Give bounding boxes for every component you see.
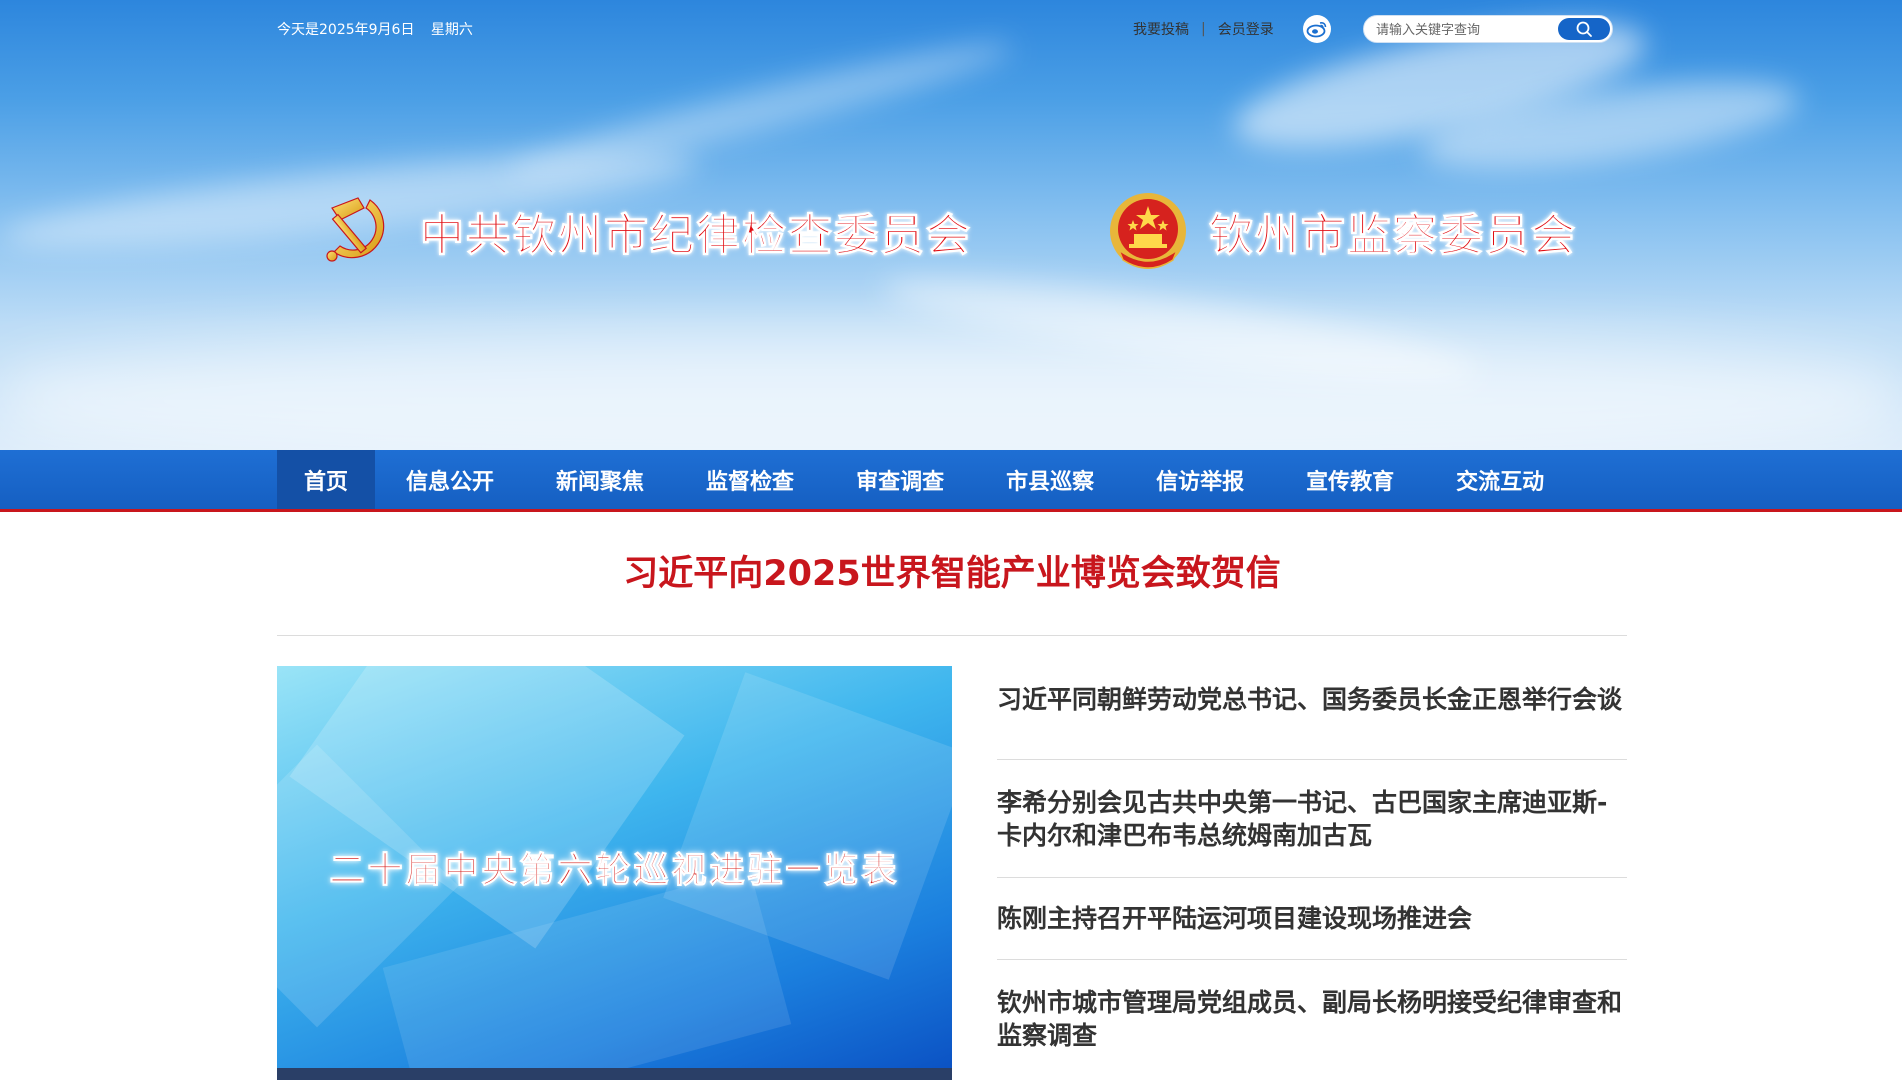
- top-bar: 今天是2025年9月6日 星期六 我要投稿 | 会员登录: [277, 15, 1613, 43]
- search-input[interactable]: [1376, 20, 1556, 40]
- supervision-title: 钦州市监察委员会: [1209, 210, 1577, 262]
- nav-item[interactable]: 信息公开: [375, 450, 525, 509]
- news-link[interactable]: 陈刚主持召开平陆运河项目建设现场推进会: [997, 902, 1472, 935]
- nav-item[interactable]: 市县巡察: [975, 450, 1125, 509]
- nav-item[interactable]: 交流互动: [1425, 450, 1575, 509]
- news-item: 李希分别会见古共中央第一书记、古巴国家主席迪亚斯-卡内尔和津巴布韦总统姆南加古瓦: [997, 760, 1627, 878]
- news-list: 习近平同朝鲜劳动党总书记、国务委员长金正恩举行会谈李希分别会见古共中央第一书记、…: [997, 640, 1627, 1078]
- search-icon: [1576, 21, 1592, 37]
- decor-shape: [382, 869, 792, 1080]
- nav-item[interactable]: 审查调查: [825, 450, 975, 509]
- feature-caption-bar: [277, 1068, 952, 1080]
- date-text: 今天是2025年9月6日: [277, 22, 415, 38]
- commission-brand: 中共钦州市纪律检查委员会: [318, 190, 972, 272]
- news-item: 习近平同朝鲜劳动党总书记、国务委员长金正恩举行会谈: [997, 640, 1627, 760]
- member-login-link[interactable]: 会员登录: [1218, 19, 1274, 39]
- cloud-band: [0, 330, 1902, 450]
- current-date: 今天是2025年9月6日 星期六: [277, 19, 485, 39]
- main-nav: 首页 信息公开 新闻聚焦 监督检查 审查调查 市县巡察 信访举报 宣传教育 交流互动: [0, 450, 1902, 512]
- national-emblem-icon: [1110, 193, 1186, 269]
- commission-title: 中共钦州市纪律检查委员会: [420, 210, 972, 262]
- party-emblem-icon: [326, 197, 385, 262]
- nav-item[interactable]: 首页: [277, 450, 376, 509]
- search-box: [1363, 15, 1613, 43]
- news-link[interactable]: 李希分别会见古共中央第一书记、古巴国家主席迪亚斯-卡内尔和津巴布韦总统姆南加古瓦: [997, 786, 1627, 852]
- feature-image[interactable]: 二十届中央第六轮巡视进驻一览表: [277, 666, 952, 1080]
- nav-item[interactable]: 信访举报: [1125, 450, 1275, 509]
- submit-article-link[interactable]: 我要投稿: [1133, 19, 1189, 39]
- link-separator: |: [1201, 21, 1206, 37]
- search-button[interactable]: [1558, 18, 1610, 40]
- nav-item[interactable]: 新闻聚焦: [525, 450, 675, 509]
- cloud: [502, 27, 1018, 193]
- weibo-icon[interactable]: [1303, 15, 1331, 43]
- nav-item[interactable]: 宣传教育: [1275, 450, 1425, 509]
- headline-link[interactable]: 习近平向2025世界智能产业博览会致贺信: [277, 545, 1627, 596]
- news-link[interactable]: 钦州市城市管理局党组成员、副局长杨明接受纪律审查和监察调查: [997, 986, 1627, 1052]
- feature-caption: 二十届中央第六轮巡视进驻一览表: [329, 850, 900, 892]
- news-link[interactable]: 习近平同朝鲜劳动党总书记、国务委员长金正恩举行会谈: [997, 683, 1622, 716]
- supervision-brand: 钦州市监察委员会: [1107, 190, 1577, 272]
- news-item: 陈刚主持召开平陆运河项目建设现场推进会: [997, 878, 1627, 960]
- news-item: 钦州市城市管理局党组成员、副局长杨明接受纪律审查和监察调查: [997, 960, 1627, 1078]
- nav-items: 首页 信息公开 新闻聚焦 监督检查 审查调查 市县巡察 信访举报 宣传教育 交流互动: [277, 450, 1575, 509]
- site-header: 今天是2025年9月6日 星期六 我要投稿 | 会员登录 请输入关键字查询 中共…: [0, 0, 1902, 450]
- weekday-text: 星期六: [430, 22, 473, 38]
- divider: [277, 635, 1627, 636]
- top-links: 我要投稿 | 会员登录: [1133, 19, 1274, 39]
- nav-item[interactable]: 监督检查: [675, 450, 825, 509]
